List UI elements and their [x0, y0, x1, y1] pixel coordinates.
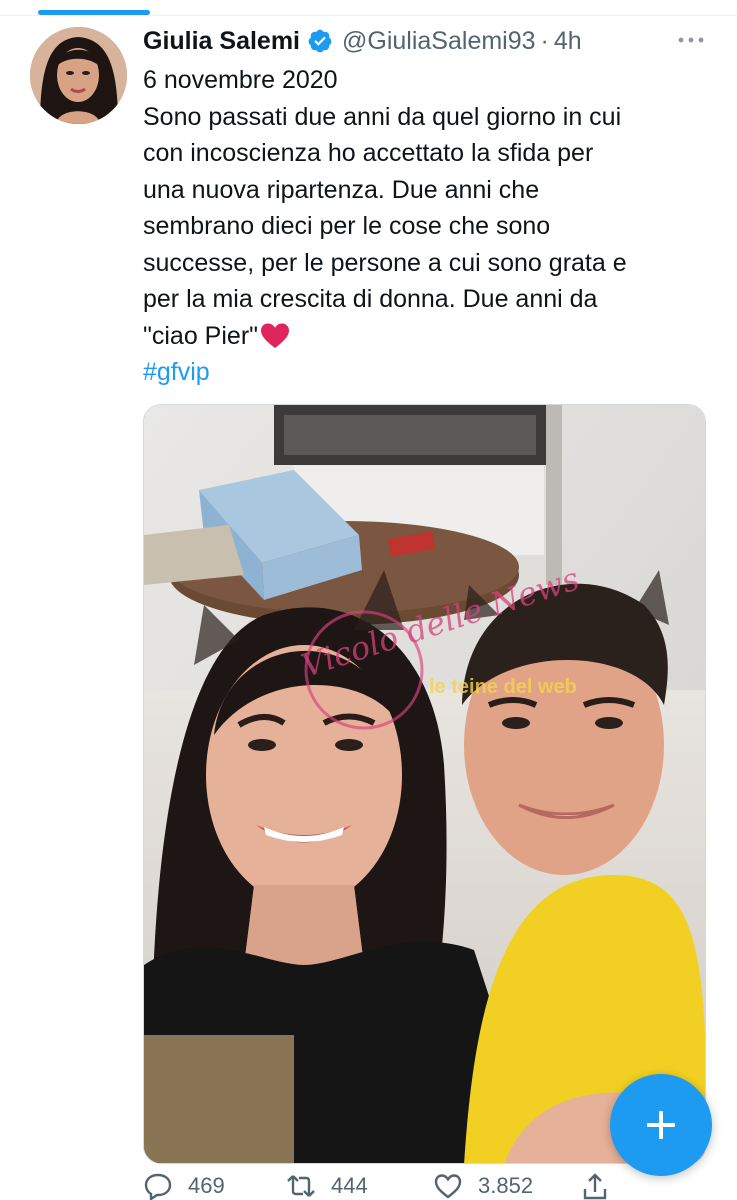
hashtag-link[interactable]: #gfvip [143, 354, 713, 391]
reply-icon [144, 1173, 172, 1200]
header-separator: · [540, 26, 549, 55]
avatar-image [30, 27, 127, 124]
retweet-count: 444 [331, 1173, 368, 1198]
share-icon [583, 1173, 607, 1200]
retweet-icon [287, 1175, 315, 1197]
tweet-text: 6 novembre 2020 Sono passati due anni da… [143, 62, 713, 391]
compose-button[interactable] [610, 1074, 712, 1176]
selfie-illustration: Vicolo delle News le teine del web [144, 405, 705, 1163]
tweet-text-last-line: "ciao Pier" [143, 318, 713, 355]
plus-icon [647, 1111, 675, 1139]
like-count: 3.852 [478, 1173, 534, 1198]
top-tab-strip [0, 0, 737, 16]
tweet-text-line: sembrano dieci per le cose che sono [143, 212, 551, 240]
tweet-text-line: con incoscienza ho accettato la sfida pe… [143, 139, 594, 167]
tweet-timestamp[interactable]: 4h [554, 27, 582, 56]
reply-count: 469 [188, 1173, 225, 1198]
tweet-screen: Giulia Salemi @GiuliaSalemi93 · 4h 6 nov… [0, 0, 737, 1200]
avatar[interactable] [30, 27, 127, 124]
tweet-date-line: 6 novembre 2020 [143, 66, 338, 94]
author-handle[interactable]: @GiuliaSalemi93 [342, 27, 536, 56]
red-heart-emoji-icon [261, 323, 290, 348]
tweet-photo[interactable]: Vicolo delle News le teine del web [143, 404, 706, 1164]
like-icon [434, 1174, 462, 1199]
tweet-header: Giulia Salemi @GiuliaSalemi93 · 4h [143, 26, 582, 56]
tweet-text-line: Sono passati due anni da quel giorno in … [143, 102, 622, 131]
reply-button[interactable]: 469 [143, 1172, 225, 1200]
verified-badge-icon [308, 29, 332, 53]
retweet-button[interactable]: 444 [286, 1172, 368, 1200]
tweet-text-line: una nuova ripartenza. Due anni che [143, 175, 540, 204]
tweet-text-line: successe, per le persone a cui sono grat… [143, 248, 627, 277]
tweet-text-line: per la mia crescita di donna. Due anni d… [143, 285, 598, 313]
active-tab-indicator [38, 10, 150, 15]
like-button[interactable]: 3.852 [433, 1172, 533, 1200]
more-dots-icon[interactable] [676, 27, 706, 51]
author-name[interactable]: Giulia Salemi [143, 27, 300, 56]
tweet-text-line: "ciao Pier" [143, 321, 259, 350]
tweet-actions: 469 444 3.852 [143, 1172, 737, 1200]
share-button[interactable] [580, 1172, 610, 1200]
watermark-secondary: le teine del web [429, 676, 577, 698]
